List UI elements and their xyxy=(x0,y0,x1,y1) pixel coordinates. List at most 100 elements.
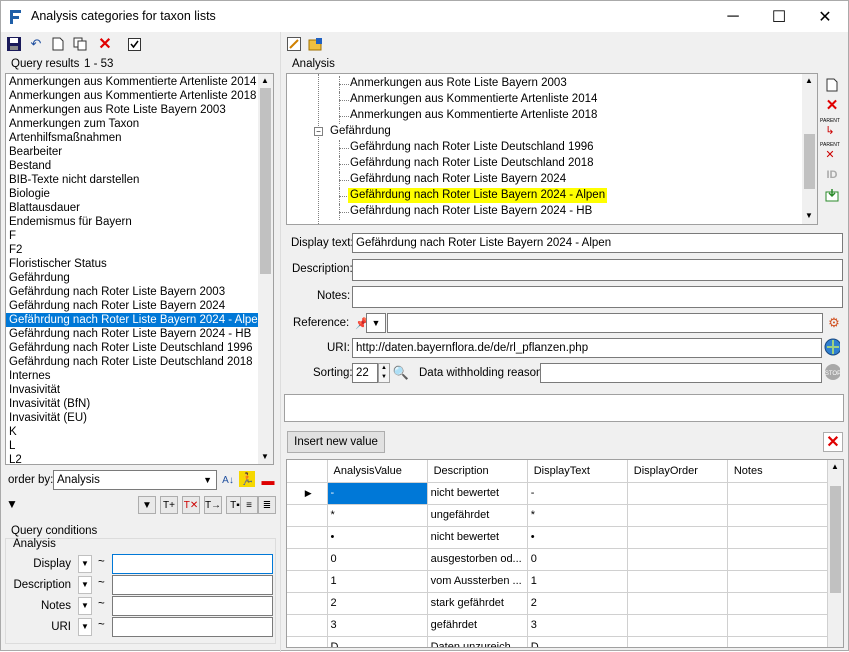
grid-cell[interactable] xyxy=(627,548,728,571)
grid-row[interactable]: 0 ausgestorben od... 0 xyxy=(287,548,829,571)
query-results-scrollbar[interactable]: ▲ ▼ xyxy=(258,74,273,464)
grid-column-header[interactable]: Description xyxy=(427,460,528,483)
query-results-list[interactable]: Anmerkungen aus Kommentierte Artenliste … xyxy=(5,73,274,465)
row-header[interactable] xyxy=(287,526,328,549)
grid-cell[interactable]: • xyxy=(527,526,628,549)
query-result-item[interactable]: Gefährdung nach Roter Liste Deutschland … xyxy=(6,341,258,355)
open-folder-icon[interactable] xyxy=(308,36,324,52)
grid-cell[interactable] xyxy=(727,636,829,647)
query-result-item[interactable]: Artenhilfsmaßnahmen xyxy=(6,131,258,145)
undo-icon[interactable]: ↶ xyxy=(28,36,44,52)
grid-row[interactable]: 3 gefährdet 3 xyxy=(287,614,829,637)
query-result-item[interactable]: Floristischer Status xyxy=(6,257,258,271)
tree-node[interactable]: Anmerkungen aus Kommentierte Artenliste … xyxy=(348,108,599,123)
query-result-item[interactable]: Gefährdung nach Roter Liste Deutschland … xyxy=(6,355,258,369)
grid-row[interactable]: D Daten unzureich... D xyxy=(287,636,829,647)
run-query-icon[interactable]: 🏃 xyxy=(239,471,255,487)
add-to-list-icon[interactable]: T+ xyxy=(160,496,178,514)
grid-cell[interactable]: nicht bewertet xyxy=(427,482,528,505)
condition-input[interactable] xyxy=(112,617,273,637)
grid-cell[interactable]: 3 xyxy=(327,614,428,637)
grid-cell[interactable]: 0 xyxy=(327,548,428,571)
reference-input[interactable] xyxy=(387,313,823,333)
query-result-item[interactable]: Endemismus für Bayern xyxy=(6,215,258,229)
query-result-item[interactable]: Gefährdung nach Roter Liste Bayern 2024 xyxy=(6,299,258,313)
query-result-item[interactable]: Gefährdung nach Roter Liste Bayern 2024 … xyxy=(6,327,258,341)
tree-node[interactable]: Gefährdung xyxy=(328,124,393,139)
grid-column-header[interactable]: Notes xyxy=(727,460,829,483)
row-header[interactable] xyxy=(287,548,328,571)
close-window-button[interactable]: ✕ xyxy=(802,1,848,32)
current-row-icon[interactable]: ▶ xyxy=(287,482,328,505)
grid-cell[interactable] xyxy=(627,482,728,505)
query-result-item[interactable]: Gefährdung nach Roter Liste Bayern 2003 xyxy=(6,285,258,299)
reference-link-icon[interactable]: ⚙ xyxy=(826,315,842,331)
sorting-spinner[interactable]: ▲ ▼ xyxy=(378,363,390,383)
row-header[interactable] xyxy=(287,504,328,527)
condition-input[interactable] xyxy=(112,554,273,574)
condition-operator[interactable]: ~ xyxy=(98,598,105,610)
expand-conditions-icon[interactable]: ▼ xyxy=(6,497,18,511)
query-result-item[interactable]: F xyxy=(6,229,258,243)
minimize-button[interactable]: ─ xyxy=(710,1,756,32)
query-result-item[interactable]: Anmerkungen aus Rote Liste Bayern 2003 xyxy=(6,103,258,117)
grid-cell[interactable] xyxy=(627,614,728,637)
export-icon[interactable] xyxy=(824,187,840,203)
grid-cell[interactable]: 3 xyxy=(527,614,628,637)
condition-operator[interactable]: ~ xyxy=(98,556,105,568)
grid-cell[interactable] xyxy=(727,570,829,593)
grid-cell[interactable]: nicht bewertet xyxy=(427,526,528,549)
values-grid[interactable]: AnalysisValue Description DisplayText Displ… xyxy=(286,459,844,648)
grid-column-header[interactable]: DisplayOrder xyxy=(627,460,728,483)
grid-cell[interactable]: - xyxy=(327,482,428,505)
grid-scroll-thumb[interactable] xyxy=(830,486,841,593)
uri-input[interactable]: http://daten.bayernflora.de/de/rl_pflanz… xyxy=(352,338,822,358)
grid-scrollbar[interactable]: ▲ xyxy=(828,460,843,647)
grid-row[interactable]: 1 vom Aussterben ... 1 xyxy=(287,570,829,593)
grid-column-header[interactable]: DisplayText xyxy=(527,460,628,483)
remove-icon[interactable]: ▬ xyxy=(260,472,276,488)
grid-cell[interactable]: stark gefährdet xyxy=(427,592,528,615)
grid-cell[interactable] xyxy=(727,614,829,637)
tree-scroll-thumb[interactable] xyxy=(804,134,815,189)
splitter[interactable] xyxy=(280,32,281,652)
query-result-item[interactable]: Invasivität (BfN) xyxy=(6,397,258,411)
query-result-item[interactable]: Internes xyxy=(6,369,258,383)
copy-icon[interactable] xyxy=(72,36,88,52)
grid-cell[interactable]: ausgestorben od... xyxy=(427,548,528,571)
grid-cell[interactable]: - xyxy=(527,482,628,505)
grid-cell[interactable]: * xyxy=(527,504,628,527)
set-parent-icon[interactable]: PARENT ↳ xyxy=(820,118,840,137)
list-alt-icon[interactable]: ≣ xyxy=(258,496,276,514)
grid-cell[interactable] xyxy=(727,504,829,527)
sorting-input[interactable]: 22 xyxy=(352,363,378,383)
insert-new-value-button[interactable]: Insert new value xyxy=(287,431,385,453)
query-result-item[interactable]: Anmerkungen aus Kommentierte Artenliste … xyxy=(6,89,258,103)
grid-cell[interactable]: * xyxy=(327,504,428,527)
withholding-input[interactable] xyxy=(540,363,822,383)
list-icon[interactable]: ≡ xyxy=(240,496,258,514)
grid-cell[interactable]: vom Aussterben ... xyxy=(427,570,528,593)
row-header[interactable] xyxy=(287,570,328,593)
query-result-item[interactable]: Bestand xyxy=(6,159,258,173)
row-header[interactable] xyxy=(287,614,328,637)
reference-dropdown-icon[interactable]: ▼ xyxy=(366,313,386,333)
tree-node[interactable]: Anmerkungen aus Rote Liste Bayern 2003 xyxy=(348,76,569,91)
grid-cell[interactable] xyxy=(727,592,829,615)
analysis-tree[interactable]: Anmerkungen aus Rote Liste Bayern 2003 An… xyxy=(286,73,818,225)
filter-icon[interactable]: ▼ xyxy=(138,496,156,514)
condition-input[interactable] xyxy=(112,575,273,595)
grid-cell[interactable]: ungefährdet xyxy=(427,504,528,527)
query-result-item[interactable]: Blattausdauer xyxy=(6,201,258,215)
scroll-down-icon[interactable]: ▼ xyxy=(261,452,269,461)
query-result-item[interactable]: Gefährdung nach Roter Liste Bayern 2024 … xyxy=(6,313,264,327)
condition-dropdown-icon[interactable]: ▼ xyxy=(78,597,92,615)
query-result-item[interactable]: BIB-Texte nicht darstellen xyxy=(6,173,258,187)
tree-scroll-up-icon[interactable]: ▲ xyxy=(805,76,813,85)
query-result-item[interactable]: F2 xyxy=(6,243,258,257)
save-icon[interactable] xyxy=(6,36,22,52)
row-header[interactable] xyxy=(287,592,328,615)
checkbox-icon[interactable] xyxy=(126,36,142,52)
tree-node[interactable]: Gefährdung nach Roter Liste Bayern 2024 … xyxy=(348,204,594,219)
grid-scroll-up-icon[interactable]: ▲ xyxy=(831,462,839,471)
